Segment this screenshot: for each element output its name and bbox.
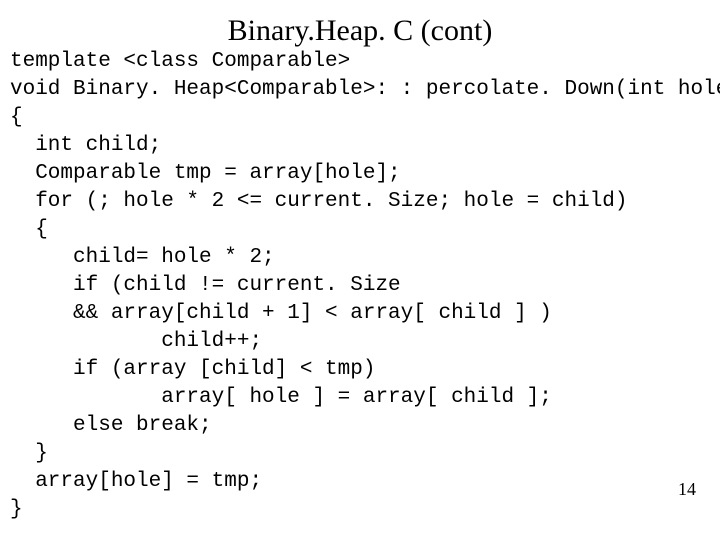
page-number: 14 bbox=[678, 479, 696, 500]
code-block: template <class Comparable> void Binary.… bbox=[10, 48, 720, 524]
slide-title: Binary.Heap. C (cont) bbox=[0, 14, 720, 48]
slide: Binary.Heap. C (cont) template <class Co… bbox=[0, 0, 720, 540]
